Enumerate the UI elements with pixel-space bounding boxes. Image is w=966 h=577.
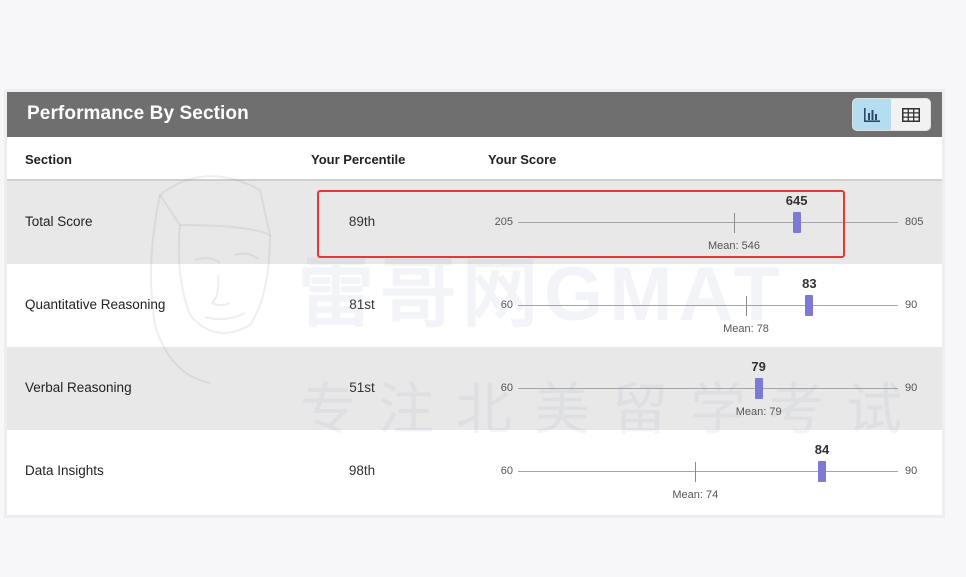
mean-tick [746, 296, 747, 316]
performance-panel: Performance By Section Section Your Perc… [7, 92, 942, 515]
table-row-data-insights: Data Insights 98th 60 Mean: 74 84 90 [7, 430, 942, 513]
score-marker [805, 295, 814, 316]
scale-max: 90 [905, 299, 918, 311]
score-track [518, 471, 898, 472]
score-track [518, 388, 898, 389]
mean-label: Mean: 79 [735, 406, 782, 418]
column-header-score: Your Score [488, 152, 557, 167]
scale-max: 805 [905, 216, 924, 228]
table-view-button[interactable] [892, 99, 930, 130]
bar-chart-icon [864, 107, 880, 122]
percentile-value: 81st [349, 297, 375, 312]
column-header-percentile: Your Percentile [311, 152, 406, 167]
column-header-section: Section [25, 152, 72, 167]
score-value: 83 [802, 276, 817, 291]
percentile-value: 98th [348, 463, 376, 478]
table-row-quantitative-reasoning: Quantitative Reasoning 81st 60 Mean: 78 … [7, 264, 942, 347]
highlight-box [317, 190, 845, 258]
scale-max: 90 [905, 382, 918, 394]
table-grid-icon [902, 107, 920, 122]
chart-view-button[interactable] [853, 99, 891, 130]
score-marker [818, 461, 826, 482]
section-name: Total Score [25, 214, 93, 229]
section-name: Verbal Reasoning [25, 380, 132, 395]
section-name: Data Insights [25, 463, 104, 478]
score-value: 79 [751, 359, 766, 374]
mean-label: Mean: 78 [723, 323, 769, 335]
section-name: Quantitative Reasoning [25, 297, 166, 312]
scale-max: 90 [905, 465, 918, 477]
score-track [518, 305, 898, 306]
score-marker [754, 378, 763, 399]
panel-header: Performance By Section [7, 92, 942, 137]
table-row-verbal-reasoning: Verbal Reasoning 51st 60 Mean: 79 79 90 [7, 347, 942, 430]
score-value: 84 [814, 442, 830, 457]
view-toggle [853, 99, 930, 130]
scale-min: 60 [500, 299, 513, 311]
scale-min: 60 [500, 465, 513, 477]
mean-label: Mean: 74 [672, 489, 719, 501]
mean-tick [695, 462, 697, 482]
panel-title: Performance By Section [27, 103, 249, 124]
scale-min: 60 [500, 382, 513, 394]
percentile-value: 51st [349, 380, 375, 395]
